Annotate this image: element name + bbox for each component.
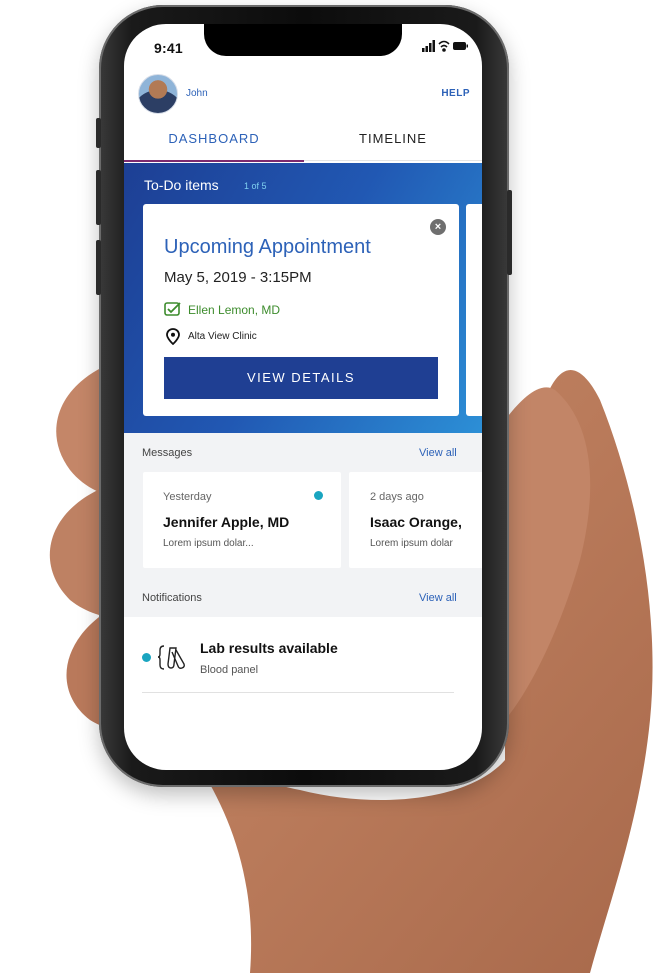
wifi-icon <box>438 40 450 52</box>
divider <box>142 692 454 693</box>
notification-subtitle: Blood panel <box>200 664 259 676</box>
appointment-title: Upcoming Appointment <box>164 236 371 258</box>
message-preview: Lorem ipsum dolar... <box>163 538 254 549</box>
user-name[interactable]: John <box>186 88 208 99</box>
status-time: 9:41 <box>154 40 183 56</box>
help-link[interactable]: HELP <box>441 88 470 99</box>
tab-bar: DASHBOARD TIMELINE <box>124 122 482 162</box>
tab-timeline[interactable]: TIMELINE <box>304 122 482 161</box>
tab-dashboard[interactable]: DASHBOARD <box>124 122 304 162</box>
messages-view-all-link[interactable]: View all <box>419 447 457 459</box>
phone-screen: 9:41 John HELP DASHBOARD TIMELINE To-Do … <box>124 24 482 770</box>
notch <box>204 24 402 56</box>
view-details-button[interactable]: VIEW DETAILS <box>164 357 438 399</box>
phone-volume-up <box>96 170 101 225</box>
close-icon[interactable]: × <box>430 219 446 235</box>
signal-icon <box>422 40 435 52</box>
notifications-view-all-link[interactable]: View all <box>419 592 457 604</box>
battery-icon <box>453 42 468 50</box>
avatar[interactable] <box>138 74 178 114</box>
status-icons <box>422 40 468 52</box>
unread-indicator <box>314 491 323 500</box>
notification-title: Lab results available <box>200 640 338 656</box>
lab-tubes-icon <box>158 645 185 670</box>
phone-side-button <box>96 118 101 148</box>
doctor-check-icon <box>164 302 181 316</box>
messages-label: Messages <box>142 447 193 459</box>
message-preview: Lorem ipsum dolar <box>370 538 453 549</box>
clinic-name: Alta View Clinic <box>188 331 257 342</box>
todo-title: To-Do items <box>144 177 219 193</box>
message-sender: Isaac Orange, <box>370 514 462 530</box>
location-pin-icon <box>166 328 180 345</box>
message-time: 2 days ago <box>370 491 424 503</box>
next-todo-card[interactable] <box>466 204 482 416</box>
appointment-datetime: May 5, 2019 - 3:15PM <box>164 269 312 286</box>
phone-volume-down <box>96 240 101 295</box>
todo-count: 1 of 5 <box>244 181 267 191</box>
message-sender: Jennifer Apple, MD <box>163 514 290 530</box>
doctor-name[interactable]: Ellen Lemon, MD <box>188 303 280 317</box>
notifications-label: Notifications <box>142 592 202 604</box>
message-time: Yesterday <box>163 491 212 503</box>
unread-indicator <box>142 653 151 662</box>
phone-power-button <box>507 190 512 275</box>
